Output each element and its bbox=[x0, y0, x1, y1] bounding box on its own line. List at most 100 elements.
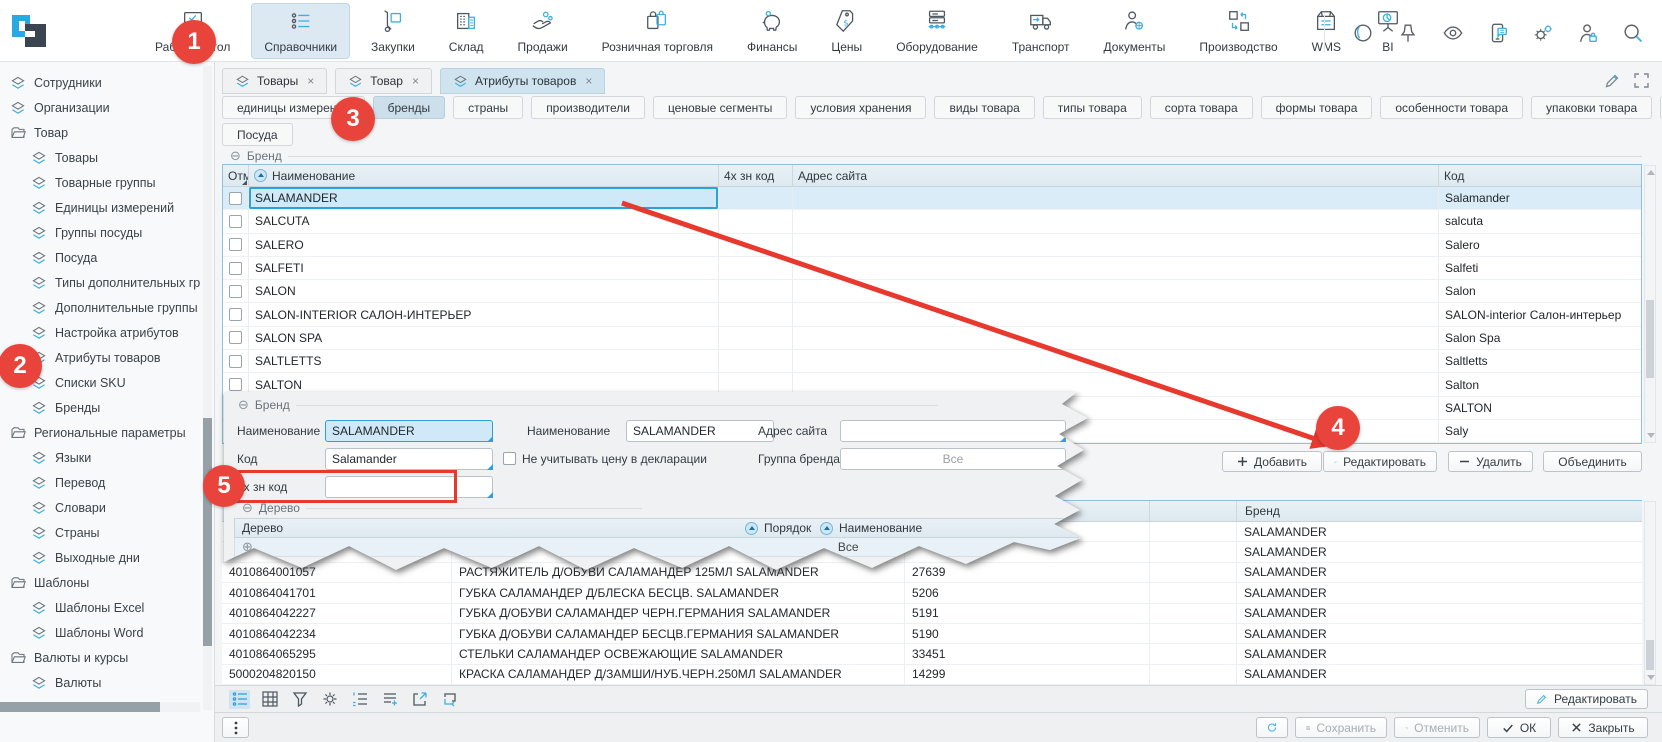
subtab[interactable]: единицы измерения bbox=[222, 96, 365, 119]
order-cell[interactable]: 33451 bbox=[905, 644, 1150, 663]
extra-cell[interactable] bbox=[1150, 542, 1237, 561]
refresh-button[interactable] bbox=[1256, 717, 1288, 738]
code-cell[interactable]: salcuta bbox=[1439, 210, 1641, 232]
subtab[interactable]: производители bbox=[531, 96, 645, 119]
add-button[interactable]: Добавить bbox=[1222, 451, 1322, 472]
menu-item-retail[interactable]: Розничная торговля bbox=[589, 3, 726, 59]
list-view-icon[interactable] bbox=[229, 690, 250, 709]
site-cell[interactable] bbox=[793, 187, 1439, 209]
sidebar-item[interactable]: Настройка атрибутов bbox=[0, 320, 200, 345]
brand-cell[interactable]: SALAMANDER bbox=[1237, 665, 1642, 684]
menu-item-equipment[interactable]: Оборудование bbox=[883, 3, 991, 59]
subtab[interactable]: типы товара bbox=[1043, 96, 1142, 119]
table-row[interactable]: 5000204820150 КРАСКА САЛАМАНДЕР Д/ЗАМШИ/… bbox=[222, 665, 1642, 685]
code4-cell[interactable] bbox=[719, 280, 793, 302]
brand-name-cell[interactable]: SALON bbox=[249, 280, 719, 302]
pin-icon[interactable] bbox=[1397, 22, 1419, 44]
product-name-cell[interactable]: СТЕЛЬКИ САЛАМАНДЕР ОСВЕЖАЮЩИЕ SALAMANDER bbox=[452, 644, 905, 663]
barcode-cell[interactable]: 4010864042227 bbox=[222, 604, 452, 623]
row-checkbox[interactable] bbox=[229, 285, 242, 298]
code4-cell[interactable] bbox=[719, 350, 793, 372]
site-cell[interactable] bbox=[793, 303, 1439, 325]
eye-icon[interactable] bbox=[1442, 22, 1464, 44]
declaration-checkbox[interactable] bbox=[503, 452, 516, 465]
subtab[interactable]: виды товара bbox=[934, 96, 1034, 119]
settings-gears-icon[interactable] bbox=[1532, 22, 1554, 44]
table-row[interactable]: SALFETI Salfeti bbox=[223, 257, 1641, 280]
table-row[interactable]: 4010864065295 СТЕЛЬКИ САЛАМАНДЕР ОСВЕЖАЮ… bbox=[222, 644, 1642, 664]
table-view-icon[interactable] bbox=[259, 690, 280, 709]
expand-icon[interactable] bbox=[1633, 72, 1650, 89]
menu-item-transport[interactable]: Транспорт bbox=[999, 3, 1083, 59]
table-row[interactable]: SALCUTA salcuta bbox=[223, 210, 1641, 233]
add-list-icon[interactable] bbox=[379, 690, 400, 709]
table-row[interactable]: 4010864042227 ГУБКА Д/ОБУВИ САЛАМАНДЕР Ч… bbox=[222, 604, 1642, 624]
barcode-cell[interactable]: 5000204820150 bbox=[222, 665, 452, 684]
sidebar-item[interactable]: Дополнительные группы bbox=[0, 295, 200, 320]
code4-cell[interactable] bbox=[719, 234, 793, 256]
site-cell[interactable] bbox=[793, 257, 1439, 279]
edit-button-bottom[interactable]: Редактировать bbox=[1525, 689, 1648, 709]
product-name-cell[interactable]: ГУБКА САЛАМАНДЕР Д/БЛЕСКА БЕСЦВ. SALAMAN… bbox=[452, 583, 905, 602]
subtab[interactable]: ценовые сегменты bbox=[653, 96, 787, 119]
column-header-tree[interactable]: Дерево bbox=[235, 521, 745, 535]
extra-cell[interactable] bbox=[1150, 624, 1237, 643]
sidebar-horizontal-scroll-thumb[interactable] bbox=[0, 702, 160, 712]
order-cell[interactable]: 5191 bbox=[905, 604, 1150, 623]
sidebar-item[interactable]: Товарные группы bbox=[0, 170, 200, 195]
sidebar-item[interactable]: Выходные дни bbox=[0, 545, 200, 570]
code4-cell[interactable] bbox=[719, 210, 793, 232]
sidebar-item[interactable]: Товары bbox=[0, 145, 200, 170]
sidebar-item[interactable]: Посуда bbox=[0, 245, 200, 270]
sidebar-item[interactable]: Словари bbox=[0, 495, 200, 520]
sort-asc-icon[interactable] bbox=[254, 169, 267, 182]
subtab[interactable]: формы товара bbox=[1261, 96, 1373, 119]
code-cell[interactable]: Salfeti bbox=[1439, 257, 1641, 279]
row-checkbox[interactable] bbox=[229, 355, 242, 368]
table-row[interactable]: SALON SPA Salon Spa bbox=[223, 327, 1641, 350]
column-header-name[interactable]: Наименование bbox=[833, 521, 928, 535]
table-row[interactable]: 4010864042234 ГУБКА Д/ОБУВИ САЛАМАНДЕР Б… bbox=[222, 624, 1642, 644]
tab-tovary[interactable]: Товары bbox=[222, 68, 327, 94]
sidebar-item[interactable]: Шаблоны Excel bbox=[0, 595, 200, 620]
row-checkbox[interactable] bbox=[229, 192, 242, 205]
collapse-icon[interactable] bbox=[230, 148, 241, 164]
merge-button[interactable]: Объединить bbox=[1543, 451, 1642, 472]
sidebar-item[interactable]: Перевод bbox=[0, 470, 200, 495]
sidebar-vertical-scroll-thumb[interactable] bbox=[203, 418, 212, 646]
extra-cell[interactable] bbox=[1150, 563, 1237, 582]
site-cell[interactable] bbox=[793, 210, 1439, 232]
sidebar-item[interactable]: Шаблоны Word bbox=[0, 620, 200, 645]
table-row[interactable]: 4010864041701 ГУБКА САЛАМАНДЕР Д/БЛЕСКА … bbox=[222, 583, 1642, 603]
sidebar-item[interactable]: Языки bbox=[0, 445, 200, 470]
subtab[interactable]: страны bbox=[453, 96, 523, 119]
ok-button[interactable]: ОК bbox=[1487, 717, 1551, 738]
delete-button[interactable]: Удалить bbox=[1448, 451, 1533, 472]
subtab-posuda[interactable]: Посуда bbox=[222, 123, 293, 146]
edit-button[interactable]: Редактировать bbox=[1323, 451, 1437, 472]
brand-cell[interactable]: SALAMANDER bbox=[1237, 644, 1642, 663]
barcode-cell[interactable]: 4010864041701 bbox=[222, 583, 452, 602]
extra-cell[interactable] bbox=[1150, 644, 1237, 663]
numbered-list-icon[interactable] bbox=[349, 690, 370, 709]
code-cell[interactable]: Salon Spa bbox=[1439, 327, 1641, 349]
close-icon[interactable] bbox=[307, 74, 314, 88]
sidebar-item[interactable]: Сотрудники bbox=[0, 70, 200, 95]
column-header-brand[interactable]: Бренд bbox=[1237, 501, 1642, 521]
subtab[interactable]: сорта товара bbox=[1150, 96, 1253, 119]
code-cell[interactable]: Salero bbox=[1439, 234, 1641, 256]
product-name-cell[interactable]: ГУБКА Д/ОБУВИ САЛАМАНДЕР БЕСЦВ.ГЕРМАНИЯ … bbox=[452, 624, 905, 643]
column-header-mark[interactable]: Отм. bbox=[223, 165, 249, 186]
sidebar-item[interactable]: Типы дополнительных груп bbox=[0, 270, 200, 295]
search-icon[interactable] bbox=[1622, 22, 1644, 44]
code-cell[interactable]: Salton bbox=[1439, 373, 1641, 395]
brand-cell[interactable]: SALAMANDER bbox=[1237, 624, 1642, 643]
order-cell[interactable]: 5190 bbox=[905, 624, 1150, 643]
extra-cell[interactable] bbox=[1150, 583, 1237, 602]
sidebar-item[interactable]: Товар bbox=[0, 120, 200, 145]
code4-cell[interactable] bbox=[719, 257, 793, 279]
scroll-down-icon[interactable] bbox=[1647, 433, 1655, 438]
tab-tovar[interactable]: Товар bbox=[335, 68, 432, 94]
table-row[interactable]: SALON Salon bbox=[223, 280, 1641, 303]
sidebar-item[interactable]: Валюты и курсы bbox=[0, 645, 200, 670]
